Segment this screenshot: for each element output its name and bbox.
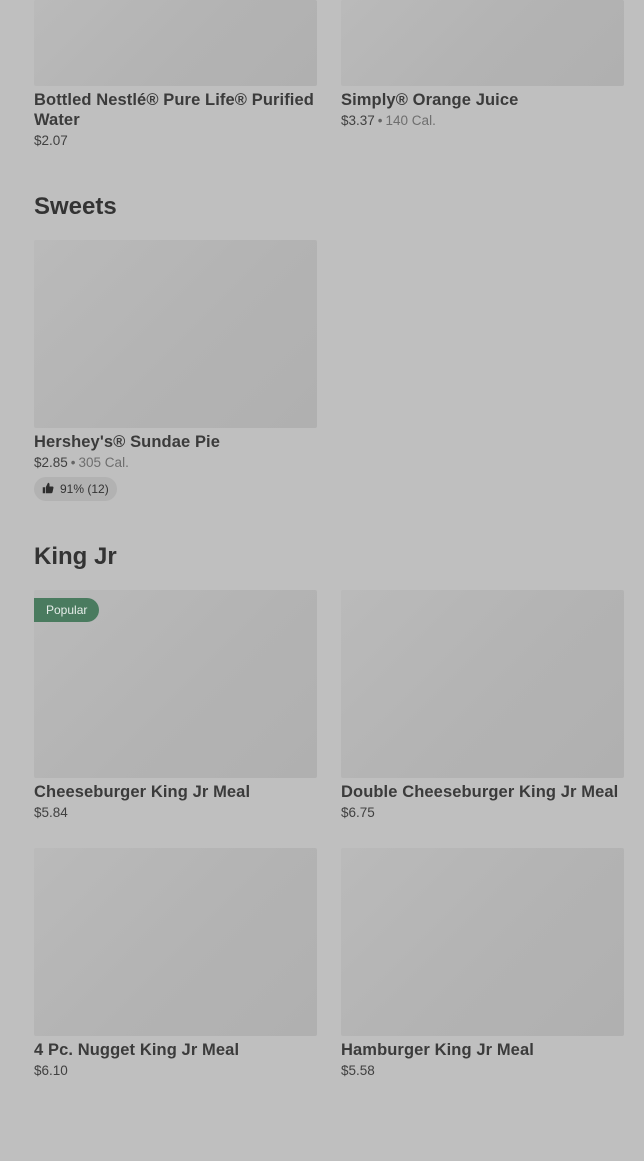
item-image [34, 0, 317, 86]
meta-separator: • [377, 113, 383, 128]
item-image [34, 240, 317, 428]
meta-separator: • [70, 455, 76, 470]
item-image [341, 848, 624, 1036]
menu-item-card[interactable]: 4 Pc. Nugget King Jr Meal $6.10 [34, 848, 317, 1078]
item-price: $3.37 [341, 113, 375, 128]
menu-item-card[interactable]: Double Cheeseburger King Jr Meal $6.75 [341, 590, 624, 820]
item-calories: 140 Cal. [385, 113, 436, 128]
item-meta: $5.58 [341, 1063, 624, 1078]
menu-item-card[interactable]: Bottled Nestlé® Pure Life® Purified Wate… [34, 0, 317, 148]
menu-item-card[interactable]: Hershey's® Sundae Pie $2.85 • 305 Cal. 91%… [34, 240, 317, 501]
item-meta: $6.75 [341, 805, 624, 820]
item-meta: $6.10 [34, 1063, 317, 1078]
item-name: Bottled Nestlé® Pure Life® Purified Wate… [34, 91, 314, 129]
item-name: Double Cheeseburger King Jr Meal [341, 783, 619, 801]
item-calories: 305 Cal. [78, 455, 129, 470]
item-image [341, 590, 624, 778]
item-price: $2.85 [34, 455, 68, 470]
item-meta: $2.85 • 305 Cal. [34, 455, 317, 470]
item-image [34, 848, 317, 1036]
menu-item-card[interactable]: Simply® Orange Juice $3.37 • 140 Cal. [341, 0, 624, 128]
section-title-sweets: Sweets [34, 193, 117, 220]
popular-badge: Popular [34, 598, 100, 622]
item-image: Popular [34, 590, 317, 778]
item-name: Hamburger King Jr Meal [341, 1041, 534, 1059]
item-price: $2.07 [34, 133, 68, 148]
item-image [341, 0, 624, 86]
item-name: Cheeseburger King Jr Meal [34, 783, 251, 801]
thumbs-up-icon [42, 482, 54, 497]
item-meta: $2.07 [34, 133, 317, 148]
item-price: $6.75 [341, 805, 375, 820]
item-name: Hershey's® Sundae Pie [34, 433, 221, 451]
item-price: $6.10 [34, 1063, 68, 1078]
menu-item-card[interactable]: Hamburger King Jr Meal $5.58 [341, 848, 624, 1078]
section-title-king-jr: King Jr [34, 543, 117, 570]
item-price: $5.84 [34, 805, 68, 820]
item-name: 4 Pc. Nugget King Jr Meal [34, 1041, 240, 1059]
item-name: Simply® Orange Juice [341, 91, 519, 109]
rating-text: 91% (12) [60, 482, 109, 496]
menu-item-card[interactable]: Popular Cheeseburger King Jr Meal $5.84 [34, 590, 317, 820]
rating-badge: 91% (12) [34, 477, 117, 501]
item-meta: $3.37 • 140 Cal. [341, 113, 624, 128]
item-meta: $5.84 [34, 805, 317, 820]
item-price: $5.58 [341, 1063, 375, 1078]
